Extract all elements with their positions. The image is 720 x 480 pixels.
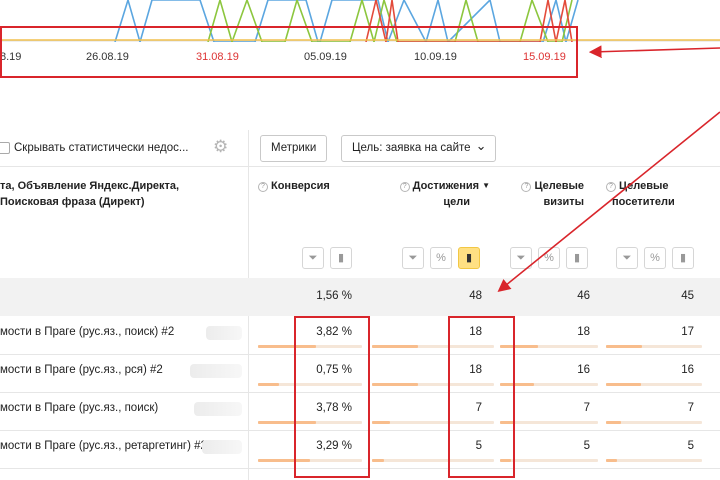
timeline-lines	[0, 0, 720, 42]
value-bar-fill	[372, 421, 390, 424]
timeline-chart	[0, 0, 720, 42]
series-line-blue	[114, 0, 579, 42]
percent-icon[interactable]: %	[430, 247, 452, 269]
help-icon[interactable]: ?	[521, 182, 532, 192]
redacted-text	[190, 364, 242, 378]
cell-goals: 18	[469, 326, 482, 338]
value-bar-fill	[258, 459, 310, 462]
date-label: 10.09.19	[414, 51, 457, 63]
value-bar-fill	[258, 383, 279, 386]
cell-target-visitors: 5	[687, 440, 694, 452]
cell-target-visitors: 16	[681, 364, 694, 376]
total-target-visitors: 45	[681, 290, 694, 302]
value-bar-fill	[258, 345, 316, 348]
bar-chart-icon[interactable]: ▮	[566, 247, 588, 269]
filter-icon[interactable]: ⏷	[402, 247, 424, 269]
row-label[interactable]: мости в Праге (рус.яз., ретаргетинг) #2	[0, 440, 207, 452]
help-icon[interactable]: ?	[258, 182, 268, 192]
annotation-box-goals	[448, 316, 515, 478]
row-label[interactable]: мости в Праге (рус.яз., поиск) #2	[0, 326, 174, 338]
annotation-box-conversion	[294, 316, 370, 478]
total-goals: 48	[469, 290, 482, 302]
row-divider	[0, 430, 720, 431]
row-divider	[0, 166, 720, 167]
cell-conversion: 3,78 %	[316, 402, 352, 414]
filter-icon[interactable]: ⏷	[510, 247, 532, 269]
column-header-target-visitors[interactable]: ? Целевые посетители	[606, 178, 686, 210]
value-bar-track	[372, 421, 494, 424]
cell-conversion: 0,75 %	[316, 364, 352, 376]
cell-conversion: 3,29 %	[316, 440, 352, 452]
value-bar-fill	[500, 459, 511, 462]
date-label: 8.19	[0, 51, 22, 63]
value-bar-fill	[500, 383, 534, 386]
row-divider	[0, 354, 720, 355]
bar-chart-icon[interactable]: ▮	[672, 247, 694, 269]
cell-target-visits: 7	[583, 402, 590, 414]
column-header-conversion[interactable]: ? Конверсия	[258, 178, 344, 194]
cell-target-visitors: 17	[681, 326, 694, 338]
value-bar-fill	[606, 383, 641, 386]
hide-insignificant-label: Скрывать статистически недос...	[14, 142, 189, 154]
percent-icon[interactable]: %	[644, 247, 666, 269]
value-bar-track	[606, 459, 702, 462]
value-bar-track	[372, 459, 494, 462]
chevron-down-icon: ⌄	[475, 138, 487, 153]
total-target-visits: 46	[577, 290, 590, 302]
hide-insignificant-checkbox[interactable]	[0, 142, 10, 154]
value-bar-fill	[606, 459, 617, 462]
column-header-goals[interactable]: ? Достижения ▼ цели	[372, 178, 490, 210]
cell-goals: 7	[475, 402, 482, 414]
help-icon[interactable]: ?	[399, 182, 410, 192]
filter-icon[interactable]: ⏷	[302, 247, 324, 269]
bar-chart-icon-active[interactable]: ▮	[458, 247, 480, 269]
date-label: 26.08.19	[86, 51, 129, 63]
cell-goals: 18	[469, 364, 482, 376]
goal-select[interactable]: Цель: заявка на сайте ⌄	[341, 135, 496, 162]
column-header-dimensions: та, Объявление Яндекс.Директа, Поисковая…	[0, 180, 180, 208]
value-bar-fill	[372, 383, 418, 386]
cell-target-visits: 18	[577, 326, 590, 338]
goal-select-label: Цель: заявка на сайте	[352, 142, 471, 154]
row-divider	[0, 468, 720, 469]
cell-conversion: 3,82 %	[316, 326, 352, 338]
row-divider	[0, 392, 720, 393]
gear-icon[interactable]: ⚙	[213, 138, 231, 156]
bar-chart-icon[interactable]: ▮	[330, 247, 352, 269]
total-conversion: 1,56 %	[316, 290, 352, 302]
sort-desc-icon[interactable]: ▼	[482, 181, 490, 190]
cell-goals: 5	[475, 440, 482, 452]
date-label: 05.09.19	[304, 51, 347, 63]
redacted-text	[194, 402, 242, 416]
row-label[interactable]: мости в Праге (рус.яз., рся) #2	[0, 364, 163, 376]
help-icon[interactable]: ?	[606, 182, 616, 192]
date-label-weekend: 31.08.19	[196, 51, 239, 63]
value-bar-fill	[606, 421, 621, 424]
value-bar-track	[500, 459, 598, 462]
value-bar-fill	[258, 421, 316, 424]
cell-target-visits: 16	[577, 364, 590, 376]
toolbar: Скрывать статистически недос... ⚙ Метрик…	[0, 130, 720, 166]
value-bar-fill	[500, 345, 538, 348]
date-label-weekend: 15.09.19	[523, 51, 566, 63]
cell-target-visitors: 7	[687, 402, 694, 414]
redacted-text	[206, 326, 242, 340]
row-label[interactable]: мости в Праге (рус.яз., поиск)	[0, 402, 158, 414]
percent-icon[interactable]: %	[538, 247, 560, 269]
value-bar-fill	[500, 421, 515, 424]
metrics-button[interactable]: Метрики	[260, 135, 328, 162]
date-axis: 8.19 26.08.19 31.08.19 05.09.19 10.09.19…	[0, 42, 720, 74]
cell-target-visits: 5	[583, 440, 590, 452]
filter-icon[interactable]: ⏷	[616, 247, 638, 269]
column-header-target-visits[interactable]: ? Целевые визиты	[500, 178, 584, 210]
value-bar-fill	[606, 345, 642, 348]
redacted-text	[202, 440, 242, 454]
value-bar-fill	[372, 345, 418, 348]
value-bar-fill	[372, 459, 384, 462]
